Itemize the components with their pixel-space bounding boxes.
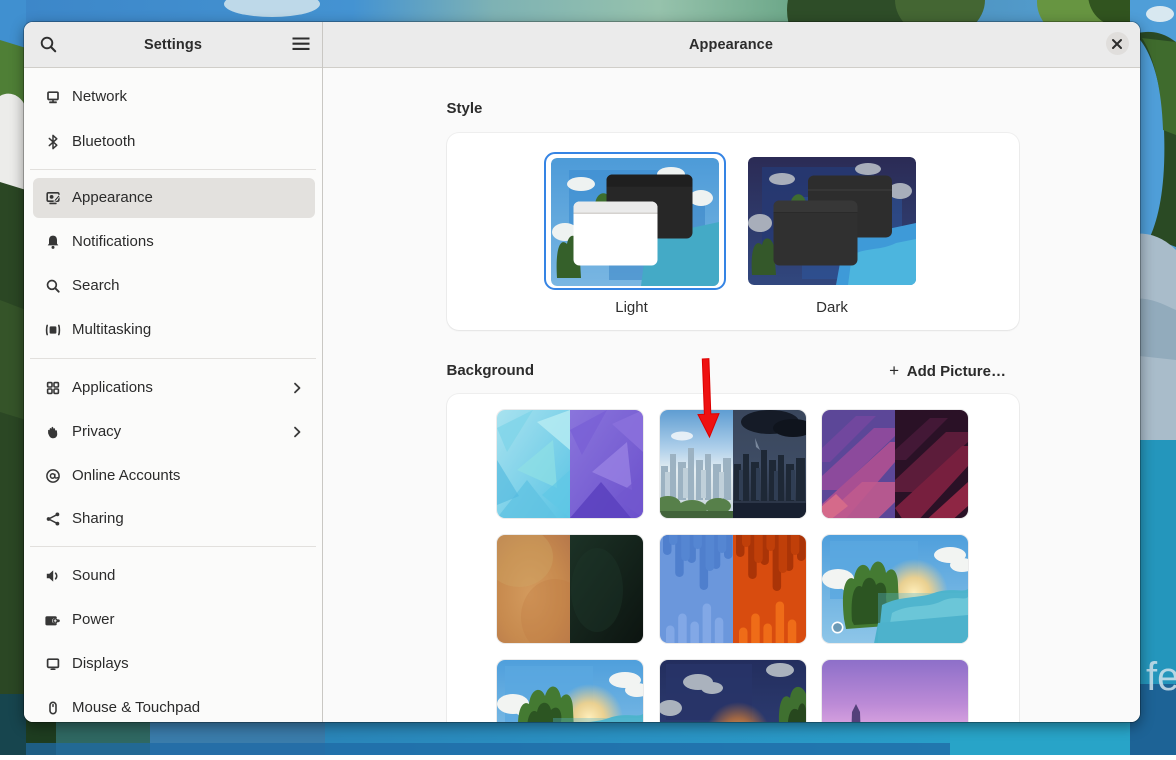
svg-text:fe: fe <box>1146 655 1176 699</box>
